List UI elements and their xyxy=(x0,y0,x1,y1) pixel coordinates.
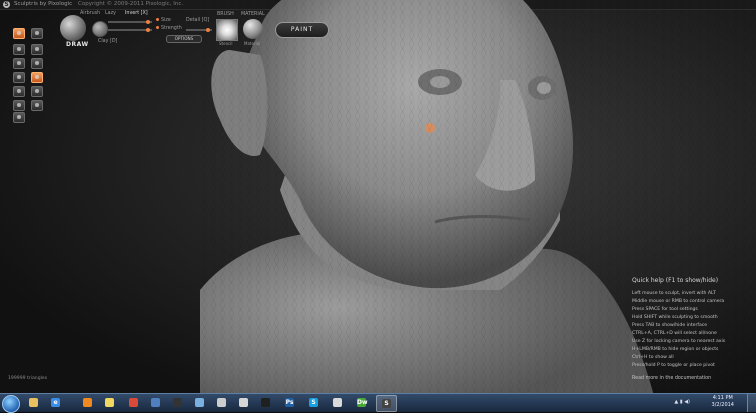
triangle-count: 199999 triangles xyxy=(8,376,48,381)
flatten-tool-button[interactable] xyxy=(31,28,43,39)
detail-slider[interactable] xyxy=(186,28,212,32)
strength-label: Strength xyxy=(156,26,182,32)
terminal-icon xyxy=(261,398,270,407)
help-line: Ctrl+H to show all xyxy=(632,355,674,360)
wireframe-toggle-button[interactable] xyxy=(13,112,25,123)
quick-help-panel: Quick help (F1 to show/hide) Left mouse … xyxy=(632,277,756,381)
taskbar-media-player-button[interactable] xyxy=(78,395,97,410)
options-button[interactable]: OPTIONS xyxy=(166,35,202,43)
brush-sub-label: Stencil xyxy=(219,41,233,46)
draw-tool-button[interactable] xyxy=(13,28,25,39)
sculptris-icon: S xyxy=(382,399,391,408)
mask-tool-button[interactable] xyxy=(31,86,43,97)
internet-explorer-icon: e xyxy=(51,398,60,407)
rotate-tool-button[interactable] xyxy=(31,72,43,83)
scale-tool-button[interactable] xyxy=(13,86,25,97)
taskbar-app-viewer-button[interactable] xyxy=(146,395,165,410)
material-sphere[interactable] xyxy=(243,19,263,39)
quick-help-title: Quick help (F1 to show/hide) xyxy=(632,277,719,284)
taskbar-photoshop-button[interactable]: Ps xyxy=(280,395,299,410)
lazy-toggle[interactable]: Lazy xyxy=(105,11,116,17)
brush-falloff-icon[interactable] xyxy=(92,21,108,37)
brush-stencil-swatch[interactable] xyxy=(216,19,238,41)
crease-tool-button[interactable] xyxy=(13,44,25,55)
help-line: Press SPACE for tool settings xyxy=(632,307,698,312)
show-desktop-button[interactable] xyxy=(747,394,756,412)
brush-label: BRUSH xyxy=(217,12,234,17)
utility-icon xyxy=(195,398,204,407)
notepad-icon xyxy=(333,398,342,407)
airbrush-toggle[interactable]: Airbrush xyxy=(80,11,100,17)
help-line: H+LMB/RMB to hide region or objects xyxy=(632,347,719,352)
taskbar-camera-button[interactable] xyxy=(212,395,231,410)
taskbar-dreamweaver-button[interactable]: Dw xyxy=(352,395,371,410)
dreamweaver-icon: Dw xyxy=(357,398,368,407)
strength-slider[interactable] xyxy=(108,28,152,32)
taskbar-notepad-button[interactable] xyxy=(328,395,347,410)
photoshop-icon: Ps xyxy=(285,398,294,407)
pinch-tool-button[interactable] xyxy=(13,58,25,69)
taskbar-sticky-notes-button[interactable] xyxy=(100,395,119,410)
media-player-icon xyxy=(83,398,92,407)
taskbar-skype-button[interactable]: S xyxy=(304,395,323,410)
explorer-icon xyxy=(29,398,38,407)
smooth-tool-button[interactable] xyxy=(31,58,43,69)
help-line: Press TAB to show/hide interface xyxy=(632,323,708,328)
taskbar-chrome-button[interactable] xyxy=(124,395,143,410)
tool-icon xyxy=(239,398,248,407)
help-line: CTRL+A, CTRL+D will select all/none xyxy=(632,331,717,336)
draw-brush-preview[interactable] xyxy=(60,15,86,41)
help-line: Left mouse to sculpt, invert with ALT xyxy=(632,291,716,296)
inflate-tool-button[interactable] xyxy=(31,44,43,55)
sculptris-logo-icon: S xyxy=(3,1,10,8)
draw-label: DRAW xyxy=(66,41,89,48)
system-tray[interactable]: ▲ ▮ ◀) xyxy=(674,399,690,405)
taskbar-utility-button[interactable] xyxy=(190,395,209,410)
taskbar-game-button[interactable] xyxy=(168,395,187,410)
start-button[interactable] xyxy=(2,395,20,413)
clock-time: 4:11 PM xyxy=(712,395,733,401)
clock-date: 3/2/2014 xyxy=(711,402,734,408)
window-title: Sculptris by Pixologic xyxy=(14,1,73,7)
taskbar-sculptris-button[interactable]: S xyxy=(376,395,397,412)
app-viewer-icon xyxy=(151,398,160,407)
skype-icon: S xyxy=(309,398,318,407)
invert-toggle[interactable]: Invert [X] xyxy=(125,11,148,17)
help-line: Middle mouse or RMB to control camera xyxy=(632,299,725,304)
symmetry-tool-button[interactable] xyxy=(31,100,43,111)
sculptris-window: S Sculptris by Pixologic Copyright © 200… xyxy=(0,0,756,393)
taskbar-explorer-button[interactable] xyxy=(24,395,43,410)
help-line: Hold SHIFT while sculpting to smooth xyxy=(632,315,718,320)
grab-tool-button[interactable] xyxy=(13,72,25,83)
taskbar: e Ps S Dw S ▲ ▮ ◀) 4:11 PM 3/2/2014 xyxy=(0,393,756,413)
size-label: Size xyxy=(156,18,171,24)
material-label: MATERIAL xyxy=(241,12,265,17)
game-icon xyxy=(173,398,182,407)
clock[interactable]: 4:11 PM 3/2/2014 xyxy=(712,395,734,409)
help-line: Use Z for locking camera to nearest axis xyxy=(632,339,726,344)
help-line: Press/hold P to toggle or place pivot xyxy=(632,363,715,368)
detail-toggle[interactable]: Detail [Q] xyxy=(186,18,209,24)
size-slider[interactable] xyxy=(108,20,152,24)
taskbar-internet-explorer-button[interactable]: e xyxy=(46,395,65,410)
chrome-icon xyxy=(129,398,138,407)
reduce-tool-button[interactable] xyxy=(13,100,25,111)
copyright-text: Copyright © 2009-2011 Pixologic, Inc. xyxy=(78,1,184,7)
material-sub-label: Material xyxy=(244,41,261,46)
camera-icon xyxy=(217,398,226,407)
sticky-notes-icon xyxy=(105,398,114,407)
taskbar-terminal-button[interactable] xyxy=(256,395,275,410)
taskbar-tool-button[interactable] xyxy=(234,395,253,410)
documentation-link[interactable]: Read more in the documentation xyxy=(632,376,756,381)
paint-button[interactable]: PAINT xyxy=(275,22,329,38)
clay-toggle[interactable]: Clay [D] xyxy=(98,39,117,45)
